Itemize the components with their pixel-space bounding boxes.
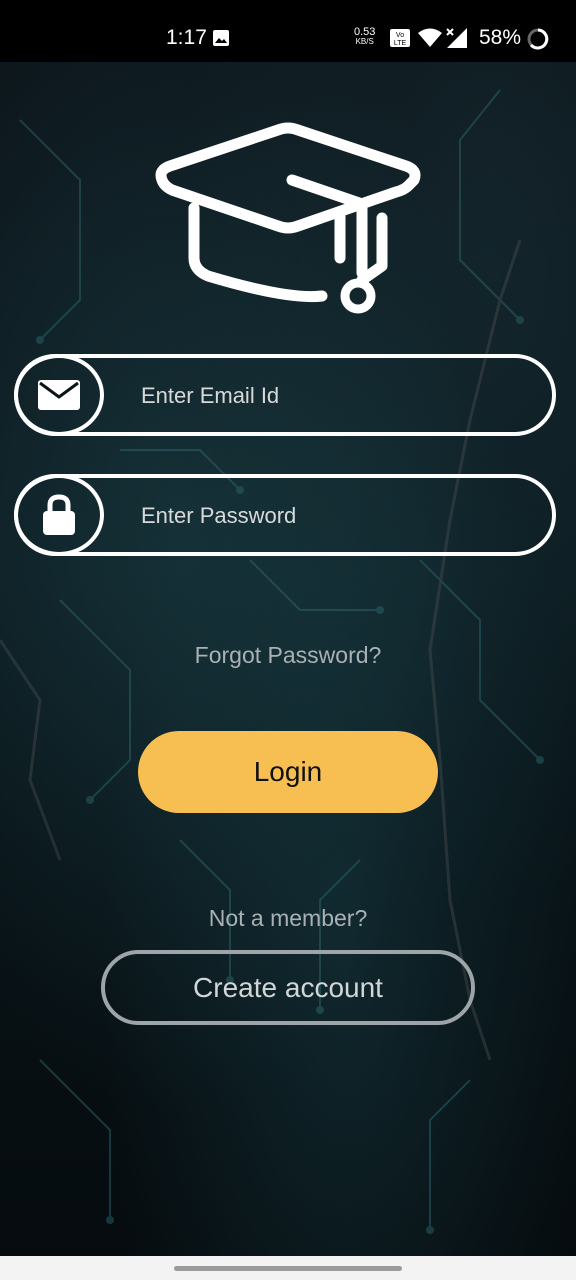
email-field[interactable]: [14, 354, 556, 436]
battery-icon: [527, 28, 549, 50]
svg-text:Vo: Vo: [396, 32, 404, 39]
network-speed-value: 0.53: [354, 26, 376, 38]
email-input[interactable]: [139, 358, 523, 434]
password-field[interactable]: [14, 474, 556, 556]
battery-percent: 58%: [479, 26, 522, 49]
image-icon: [213, 30, 229, 46]
graduation-cap-icon: [155, 122, 421, 314]
status-time: 1:17: [166, 26, 207, 49]
forgot-password-link[interactable]: Forgot Password?: [0, 642, 576, 669]
network-speed-unit: KB/S: [355, 37, 374, 46]
login-button[interactable]: Login: [138, 731, 438, 813]
lock-icon: [43, 494, 75, 535]
not-member-text: Not a member?: [208, 905, 368, 931]
envelope-icon: [38, 380, 80, 410]
signal-icon: [446, 28, 467, 48]
volte-icon: Vo LTE: [390, 29, 410, 47]
password-input[interactable]: [139, 478, 523, 554]
network-speed: 0.53 KB/S: [354, 27, 375, 47]
email-icon-circle: [14, 354, 104, 436]
navigation-bar: [0, 1256, 576, 1280]
svg-text:LTE: LTE: [394, 40, 407, 47]
gesture-handle[interactable]: [174, 1266, 402, 1271]
wifi-icon: [418, 28, 442, 47]
status-bar: 1:17 0.53 KB/S Vo LTE 58%: [0, 0, 576, 62]
create-account-button[interactable]: Create account: [101, 950, 475, 1025]
password-icon-circle: [14, 474, 104, 556]
